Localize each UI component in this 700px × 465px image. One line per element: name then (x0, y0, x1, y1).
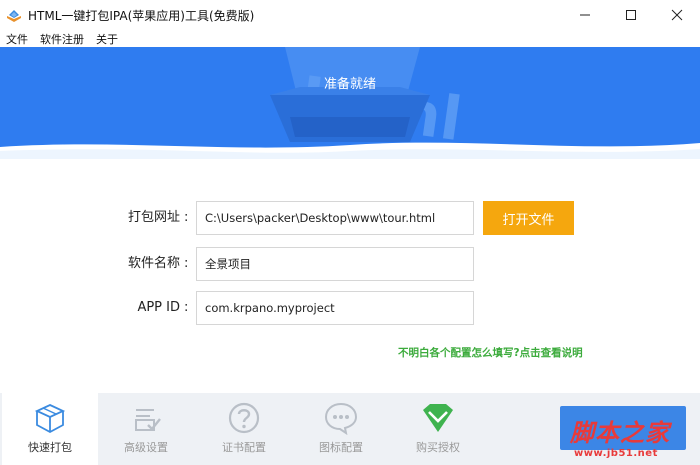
url-input[interactable] (196, 201, 474, 235)
checklist-icon (135, 409, 161, 431)
appid-row: APP ID : (0, 291, 700, 325)
status-banner: Html 准备就绪 (0, 47, 700, 159)
watermark-url: www.jb51.net (574, 448, 658, 459)
close-icon (671, 9, 683, 21)
window-controls (562, 0, 700, 30)
tab-label: 证书配置 (222, 441, 266, 454)
url-row: 打包网址 : 打开文件 (0, 201, 700, 235)
tab-label: 图标配置 (319, 441, 363, 454)
title-bar: HTML一键打包IPA(苹果应用)工具(免费版) (0, 0, 700, 30)
url-label: 打包网址 (127, 210, 180, 225)
appid-colon: : (184, 300, 189, 315)
minimize-icon (580, 14, 590, 16)
minimize-button[interactable] (562, 0, 608, 30)
diamond-icon (423, 404, 453, 432)
appid-label: APP ID (137, 300, 180, 315)
menu-about[interactable]: 关于 (96, 31, 118, 47)
tab-label: 快速打包 (28, 441, 72, 454)
app-name-input[interactable] (196, 247, 474, 281)
watermark-text: 脚本之家 (570, 418, 670, 447)
close-button[interactable] (654, 0, 700, 30)
tab-purchase[interactable]: 购买授权 (390, 393, 486, 465)
app-id-input[interactable] (196, 291, 474, 325)
help-link[interactable]: 不明白各个配置怎么填写?点击查看说明 (398, 345, 583, 360)
tab-advanced-settings[interactable]: 高级设置 (98, 393, 194, 465)
tab-label: 购买授权 (416, 441, 460, 454)
status-text: 准备就绪 (323, 77, 376, 92)
name-colon: : (184, 256, 189, 271)
name-row: 软件名称 : (0, 247, 700, 281)
box-icon (34, 404, 66, 434)
banner-artwork: Html (0, 47, 700, 159)
question-icon (228, 402, 260, 434)
maximize-button[interactable] (608, 0, 654, 30)
tab-icon-config[interactable]: 图标配置 (293, 393, 389, 465)
open-file-button[interactable]: 打开文件 (483, 201, 574, 235)
chat-icon (324, 402, 358, 435)
maximize-icon (626, 10, 636, 20)
watermark: 脚本之家 www.jb51.net (570, 413, 696, 465)
menu-register[interactable]: 软件注册 (40, 31, 84, 47)
app-logo-icon (7, 10, 21, 22)
tab-quick-pack[interactable]: 快速打包 (2, 393, 98, 465)
menu-bar: 文件 软件注册 关于 (0, 30, 700, 47)
name-label: 软件名称 (127, 256, 180, 271)
tab-label: 高级设置 (124, 441, 168, 454)
url-colon: : (184, 210, 189, 225)
window-title: HTML一键打包IPA(苹果应用)工具(免费版) (28, 8, 255, 23)
menu-file[interactable]: 文件 (6, 31, 28, 47)
tab-certificate[interactable]: 证书配置 (196, 393, 292, 465)
